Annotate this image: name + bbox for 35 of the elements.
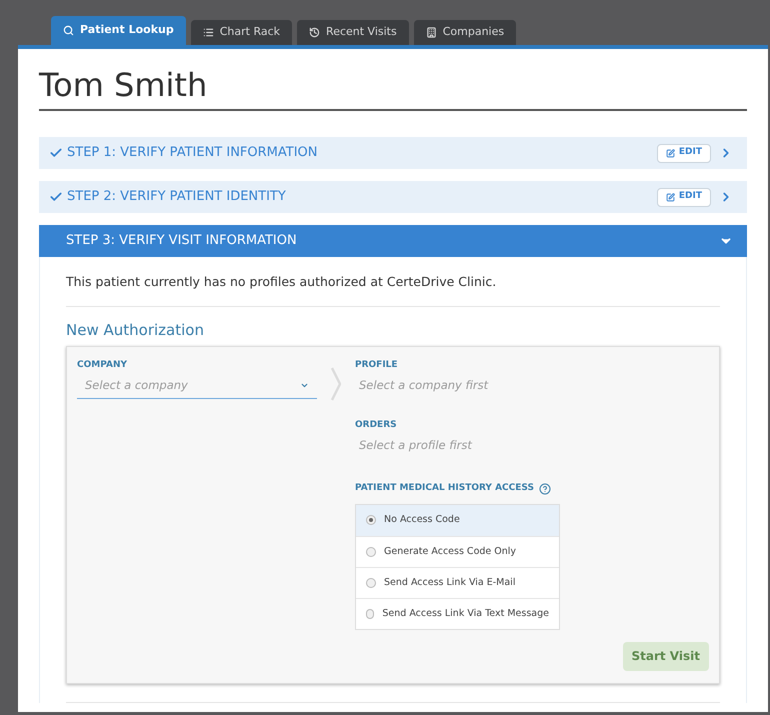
field-label: PATIENT MEDICAL HISTORY ACCESS — [355, 482, 534, 496]
orders-select[interactable]: Select a profile first — [355, 432, 709, 458]
step-title: STEP 3: VERIFY VISIT INFORMATION — [66, 232, 297, 250]
field-label: PROFILE — [355, 359, 399, 372]
tab[interactable]: Patient Lookup — [51, 16, 186, 45]
patient-name: Tom Smith — [39, 69, 747, 111]
step-header[interactable]: STEP 2: VERIFY PATIENT IDENTITY EDIT — [39, 181, 747, 213]
step-header[interactable]: STEP 1: VERIFY PATIENT INFORMATION EDIT — [39, 137, 747, 169]
profile-select[interactable]: Select a company first — [355, 372, 709, 399]
radio-icon — [366, 515, 376, 526]
history-icon — [309, 27, 320, 38]
company-select[interactable]: Select a company — [77, 372, 317, 399]
help-icon[interactable] — [538, 483, 551, 495]
notice-text: This patient currently has no profiles authorized at CerteDrive Clinic. — [66, 273, 720, 307]
field-label: COMPANY — [77, 359, 128, 372]
radio-option[interactable]: No Access Code — [356, 504, 559, 536]
step-title: STEP 1: VERIFY PATIENT INFORMATION — [67, 144, 318, 162]
edit-button[interactable]: EDIT — [656, 188, 711, 206]
building-icon — [426, 27, 437, 38]
edit-button[interactable]: EDIT — [656, 144, 711, 162]
search-icon — [63, 25, 74, 36]
step-header[interactable]: STEP 3: VERIFY VISIT INFORMATION — [39, 225, 747, 257]
tab[interactable]: Chart Rack — [190, 20, 292, 45]
radio-icon — [366, 546, 376, 557]
radio-icon — [366, 578, 376, 588]
tab[interactable]: Companies — [414, 20, 516, 45]
edit-icon — [666, 148, 675, 158]
tab[interactable]: Recent Visits — [297, 20, 409, 45]
field-label: ORDERS — [355, 418, 398, 432]
edit-icon — [666, 192, 675, 202]
section-heading: New Authorization — [66, 320, 205, 341]
radio-icon — [366, 608, 374, 619]
step-title: STEP 2: VERIFY PATIENT IDENTITY — [67, 188, 286, 206]
list-icon — [202, 27, 214, 38]
chevron-separator-icon — [331, 367, 341, 402]
